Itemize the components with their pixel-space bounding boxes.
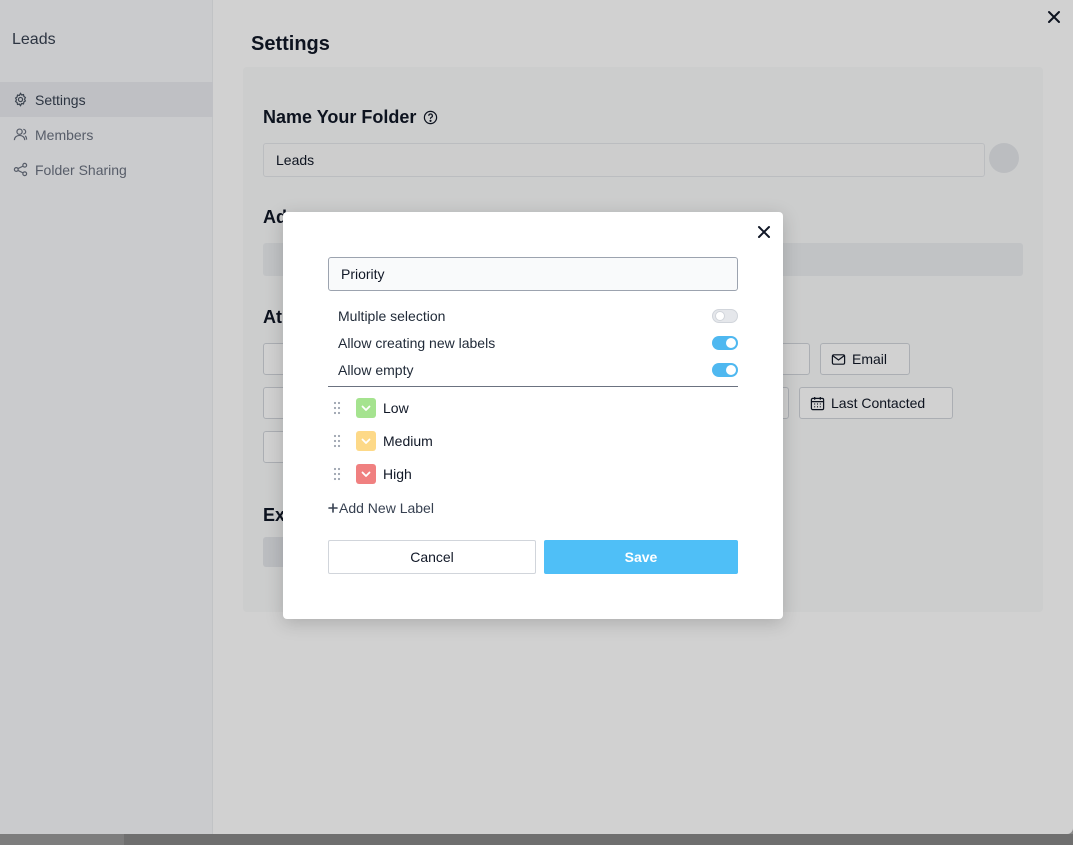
plus-icon — [328, 503, 338, 513]
close-icon[interactable] — [755, 223, 773, 241]
label-color-swatch[interactable] — [356, 398, 376, 418]
option-label: Multiple selection — [338, 307, 446, 324]
label-color-swatch[interactable] — [356, 464, 376, 484]
option-label: Allow empty — [338, 361, 414, 378]
option-allow-empty: Allow empty — [328, 356, 738, 383]
drag-handle-icon[interactable] — [333, 434, 341, 448]
drag-handle-icon[interactable] — [333, 401, 341, 415]
multiple-selection-toggle[interactable] — [712, 308, 738, 323]
label-item-low[interactable]: Low — [333, 396, 733, 420]
option-multiple-selection: Multiple selection — [328, 302, 738, 329]
label-name: Medium — [383, 433, 433, 449]
attribute-name-input[interactable] — [328, 257, 738, 291]
edit-attribute-modal: Multiple selection Allow creating new la… — [283, 212, 783, 619]
divider — [328, 386, 738, 387]
label-item-medium[interactable]: Medium — [333, 429, 733, 453]
label-color-swatch[interactable] — [356, 431, 376, 451]
allow-creating-labels-toggle[interactable] — [712, 335, 738, 350]
option-label: Allow creating new labels — [338, 334, 496, 351]
label-item-high[interactable]: High — [333, 462, 733, 486]
cancel-button[interactable]: Cancel — [328, 540, 536, 574]
label-name: High — [383, 466, 412, 482]
save-button[interactable]: Save — [544, 540, 738, 574]
drag-handle-icon[interactable] — [333, 467, 341, 481]
bottom-strip — [0, 834, 1073, 845]
option-allow-creating-labels: Allow creating new labels — [328, 329, 738, 356]
add-new-label-button[interactable]: Add New Label — [328, 500, 434, 516]
allow-empty-toggle[interactable] — [712, 362, 738, 377]
label-name: Low — [383, 400, 409, 416]
